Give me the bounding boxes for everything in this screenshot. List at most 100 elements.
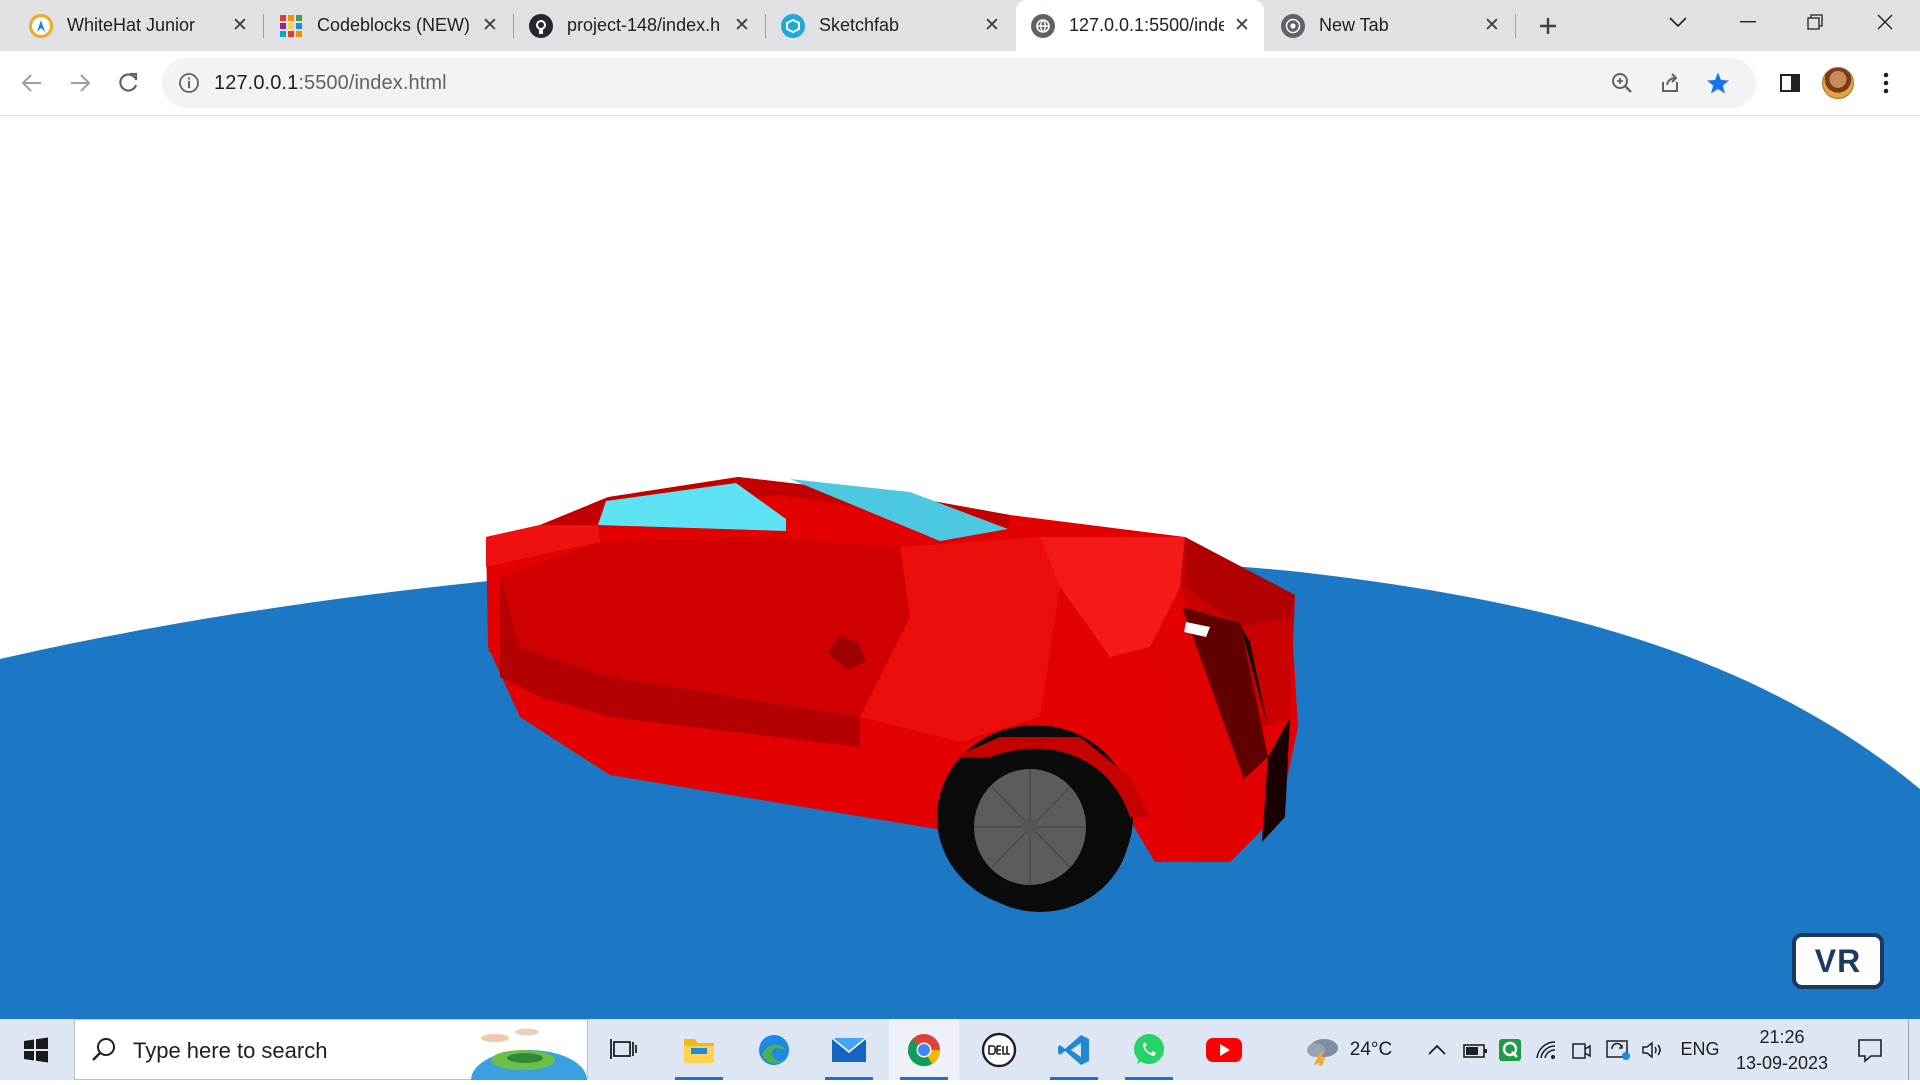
battery-icon [1463,1043,1487,1058]
arrow-left-icon [21,74,41,92]
whitehat-icon [29,13,53,38]
aframe-scene[interactable]: VR [0,117,1920,1019]
weather-widget[interactable]: 24°C [1294,1019,1402,1080]
globe-icon [1031,13,1055,38]
plus-icon [1540,18,1556,34]
speaker-icon [1642,1040,1661,1059]
side-panel-icon [1780,74,1800,92]
back-button[interactable] [13,64,51,102]
close-icon[interactable]: ✕ [1232,15,1252,36]
windows-taskbar: Type here to search 24°C ENG 21:26 13-09… [0,1019,1920,1085]
dell-button[interactable] [964,1019,1034,1080]
restore-icon [1807,14,1823,30]
meet-now-tray-icon[interactable] [1567,1019,1595,1080]
new-tab-button[interactable] [1530,8,1566,44]
sketchfab-icon [781,13,805,38]
windows-icon [24,1037,48,1062]
codeblocks-icon [279,14,303,38]
tab-title: Codeblocks (NEW) [317,15,471,35]
close-icon[interactable]: ✕ [982,15,1002,36]
tab-search-button[interactable] [1645,0,1711,44]
battery-tray-icon[interactable] [1460,1019,1490,1080]
more-vertical-icon [1883,72,1889,94]
close-icon[interactable]: ✕ [480,15,500,36]
arrow-right-icon [71,74,91,92]
zoom-icon[interactable] [1603,64,1641,102]
wifi-icon [1536,1040,1556,1059]
notification-icon [1858,1038,1882,1063]
weather-temperature: 24°C [1349,1038,1393,1060]
mail-button[interactable] [814,1019,884,1080]
tab-title: project-148/index.h [567,15,721,35]
youtube-icon [1206,1037,1242,1062]
chevron-up-icon [1428,1044,1446,1055]
tab-localhost-active[interactable]: 127.0.0.1:5500/inde ✕ [1016,0,1264,51]
clock-date: 13-09-2023 [1735,1052,1829,1073]
tab-title: 127.0.0.1:5500/inde [1069,15,1224,35]
github-icon [529,13,553,38]
tab-github-project[interactable]: project-148/index.h ✕ [514,0,764,51]
menu-button[interactable] [1867,64,1905,102]
mail-icon [831,1036,867,1062]
tab-new-tab[interactable]: New Tab ✕ [1266,0,1514,51]
q-app-icon [1499,1038,1521,1061]
browser-tab-strip: WhiteHat Junior ✕ Codeblocks (NEW) ✕ pro… [0,0,1920,51]
info-icon[interactable] [178,72,200,99]
chevron-down-icon [1669,17,1687,28]
close-icon[interactable]: ✕ [732,15,752,36]
avatar [1822,67,1854,99]
restore-button[interactable] [1782,0,1848,44]
notifications-button[interactable] [1850,1019,1890,1080]
task-view-button[interactable] [589,1019,659,1080]
forward-button[interactable] [61,64,99,102]
camera-icon [1572,1042,1591,1059]
reload-button[interactable] [109,64,147,102]
browser-toolbar: 127.0.0.1:5500/index.html [0,51,1920,116]
file-explorer-button[interactable] [664,1019,734,1080]
search-highlight-illustration [467,1022,587,1085]
qlik-tray-icon[interactable] [1495,1019,1525,1080]
side-panel-button[interactable] [1771,64,1809,102]
vscode-icon [1058,1034,1089,1065]
tab-title: Sketchfab [819,15,900,35]
chrome-icon [1281,13,1305,38]
share-icon[interactable] [1651,64,1689,102]
star-icon[interactable] [1699,64,1737,102]
tab-sketchfab[interactable]: Sketchfab ✕ [766,0,1014,51]
close-icon [1877,14,1893,30]
url-text[interactable]: 127.0.0.1:5500/index.html [214,72,447,95]
youtube-button[interactable] [1189,1019,1259,1080]
start-button[interactable] [0,1019,72,1080]
vscode-button[interactable] [1039,1019,1109,1080]
chrome-taskbar-button[interactable] [889,1019,959,1080]
tab-title: New Tab [1319,15,1389,35]
close-icon[interactable]: ✕ [230,15,250,36]
show-hidden-icons-button[interactable] [1423,1019,1451,1080]
tab-separator [1515,14,1516,38]
thunderstorm-icon [1306,1038,1338,1066]
whatsapp-icon [1134,1033,1164,1064]
sync-icon [1606,1039,1630,1060]
volume-tray-icon[interactable] [1639,1019,1667,1080]
tab-whitehat-junior[interactable]: WhiteHat Junior ✕ [0,0,262,51]
url-host: 127.0.0.1 [214,72,299,94]
minimize-button[interactable] [1715,0,1781,44]
sync-tray-icon[interactable] [1603,1019,1633,1080]
clock[interactable]: 21:26 13-09-2023 [1726,1019,1838,1080]
language-indicator[interactable]: ENG [1675,1019,1725,1080]
address-bar[interactable]: 127.0.0.1:5500/index.html [162,58,1756,108]
whatsapp-button[interactable] [1114,1019,1184,1080]
profile-button[interactable] [1819,64,1857,102]
close-window-button[interactable] [1852,0,1918,44]
taskbar-search-box[interactable]: Type here to search [74,1019,588,1085]
edge-button[interactable] [739,1019,809,1080]
close-icon[interactable]: ✕ [1482,15,1502,36]
show-desktop-button[interactable] [1908,1019,1920,1080]
wifi-tray-icon[interactable] [1533,1019,1561,1080]
minimize-icon [1740,21,1756,23]
tab-title: WhiteHat Junior [67,15,196,35]
tab-codeblocks[interactable]: Codeblocks (NEW) ✕ [264,0,512,51]
url-path: :5500/index.html [298,72,447,94]
vr-mode-button[interactable]: VR [1792,933,1884,989]
search-icon [91,1036,117,1067]
